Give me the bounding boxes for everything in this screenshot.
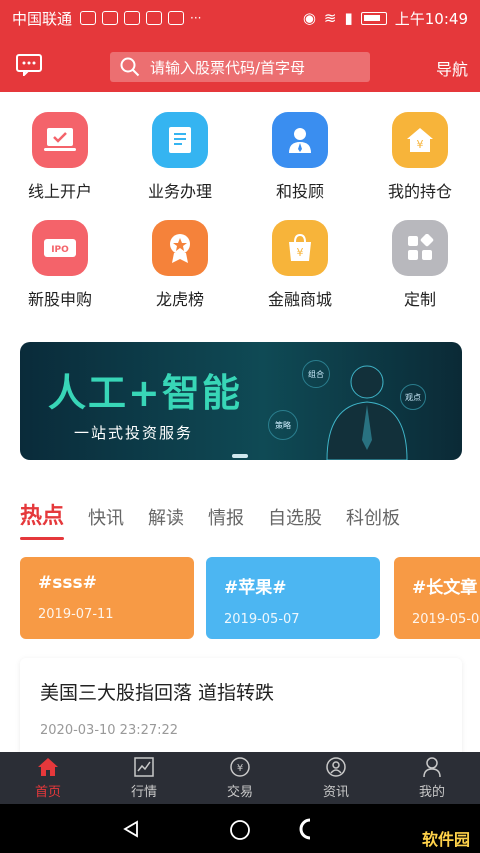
- banner-tag: 观点: [400, 384, 426, 410]
- system-nav-bar: [0, 804, 480, 853]
- watermark-text: 软件园: [421, 830, 470, 849]
- tab-flash[interactable]: 快讯: [88, 504, 124, 530]
- message-icon[interactable]: [16, 54, 42, 76]
- news-person-icon: [326, 757, 346, 777]
- banner-title: 人工+智能: [48, 371, 242, 415]
- hot-card[interactable]: #苹果# 2019-05-07: [206, 557, 380, 639]
- back-icon[interactable]: [122, 820, 140, 838]
- grid-item-business[interactable]: 业务办理: [120, 112, 240, 202]
- home-icon: [38, 758, 58, 776]
- news-title: 美国三大股指回落 道指转跌: [40, 682, 275, 704]
- news-timestamp: 2020-03-10 23:27:22: [40, 723, 179, 738]
- banner-subtitle: 一站式投资服务: [74, 424, 194, 442]
- news-tabs: 热点 快讯 解读 情报 自选股 科创板: [20, 490, 424, 540]
- hot-card-tag: #sss#: [38, 573, 97, 593]
- navigation-link[interactable]: 导航: [436, 56, 468, 80]
- shopping-bag-icon: ¥: [272, 220, 328, 276]
- ipo-ticket-icon: IPO: [32, 220, 88, 276]
- grid-label: 和投顾: [275, 182, 324, 201]
- top-header: 请输入股票代码/首字母 导航: [0, 36, 480, 92]
- svg-text:IPO: IPO: [51, 245, 69, 255]
- signal-icon: ▮: [344, 9, 353, 27]
- chart-icon: [134, 757, 154, 777]
- tab-home[interactable]: 首页: [0, 752, 96, 804]
- battery-icon: [360, 11, 387, 25]
- trade-yen-icon: ¥: [230, 757, 250, 777]
- app-notification-icon: [146, 11, 163, 25]
- news-item[interactable]: 美国三大股指回落 道指转跌 2020-03-10 23:27:22: [20, 658, 462, 758]
- home-content: 线上开户 业务办理 和投顾 ¥ 我的持仓 IPO 新股申购 龙虎榜 ¥ 金融商城…: [0, 92, 480, 758]
- hot-card[interactable]: #长文章 2019-05-07: [394, 557, 480, 639]
- hot-topic-cards: #sss# 2019-07-11 #苹果# 2019-05-07 #长文章 20…: [20, 557, 480, 639]
- tab-market[interactable]: 行情: [96, 752, 192, 804]
- grid-item-advisor[interactable]: 和投顾: [240, 112, 360, 202]
- laptop-check-icon: [32, 112, 88, 168]
- document-icon: [152, 112, 208, 168]
- hot-card-tag: #长文章: [412, 578, 478, 598]
- grid-item-holdings[interactable]: ¥ 我的持仓: [360, 112, 480, 202]
- tab-label: 交易: [226, 785, 253, 800]
- hot-card-date: 2019-05-07: [224, 612, 300, 627]
- grid-item-custom[interactable]: 定制: [360, 220, 480, 310]
- hot-card-tag: #苹果#: [224, 578, 287, 598]
- house-yen-icon: ¥: [392, 112, 448, 168]
- search-input[interactable]: 请输入股票代码/首字母: [110, 52, 370, 82]
- grid-label: 龙虎榜: [155, 290, 204, 309]
- grid-label: 金融商城: [267, 290, 332, 309]
- hot-card-date: 2019-07-11: [38, 607, 114, 622]
- grid-item-dragon-tiger[interactable]: 龙虎榜: [120, 220, 240, 310]
- tab-news[interactable]: 资讯: [288, 752, 384, 804]
- grid-label: 线上开户: [27, 182, 92, 201]
- grid-item-ipo[interactable]: IPO 新股申购: [0, 220, 120, 310]
- tab-intel[interactable]: 情报: [208, 504, 244, 530]
- activity-icon: [80, 11, 97, 25]
- banner-tag: 组合: [302, 360, 330, 388]
- wifi-icon: ≋: [323, 9, 337, 27]
- grid-label: 定制: [403, 290, 436, 309]
- bottom-tab-bar: 首页 行情 ¥ 交易 资讯 我的: [0, 752, 480, 804]
- custom-blocks-icon: [392, 220, 448, 276]
- status-bar: 中国联通 ··· ◉ ≋ ▮ 上午10:49: [0, 0, 480, 36]
- more-notifications-icon: ···: [190, 11, 202, 25]
- notification-icons: ···: [80, 11, 201, 25]
- grid-item-mall[interactable]: ¥ 金融商城: [240, 220, 360, 310]
- grid-label: 我的持仓: [387, 182, 452, 201]
- tab-watchlist[interactable]: 自选股: [268, 504, 322, 530]
- banner-tag: 策略: [268, 410, 298, 440]
- tab-label: 首页: [34, 785, 61, 800]
- search-placeholder: 请输入股票代码/首字母: [150, 58, 306, 77]
- carousel-indicator: [232, 454, 248, 458]
- grid-label: 业务办理: [147, 182, 212, 201]
- tab-mine[interactable]: 我的: [384, 752, 480, 804]
- home-circle-icon[interactable]: [229, 819, 251, 841]
- advisor-icon: [272, 112, 328, 168]
- hot-card[interactable]: #sss# 2019-07-11: [20, 557, 194, 639]
- tab-label: 我的: [418, 785, 445, 800]
- user-icon: [423, 757, 441, 778]
- tab-analysis[interactable]: 解读: [148, 504, 184, 530]
- search-icon: [120, 57, 140, 77]
- usb-icon: [102, 11, 119, 25]
- svg-text:¥: ¥: [417, 138, 424, 151]
- medal-icon: [152, 220, 208, 276]
- hot-card-date: 2019-05-07: [412, 612, 480, 627]
- promo-banner[interactable]: 人工+智能 一站式投资服务 组合 策略 观点: [20, 342, 462, 460]
- eye-icon: ◉: [302, 9, 316, 27]
- grid-label: 新股申购: [27, 290, 92, 309]
- tab-hot[interactable]: 热点: [20, 498, 65, 540]
- carrier-label: 中国联通: [12, 9, 73, 28]
- tab-trade[interactable]: ¥ 交易: [192, 752, 288, 804]
- svg-text:¥: ¥: [297, 246, 304, 259]
- watermark-logo-icon: [299, 818, 311, 840]
- tab-label: 行情: [130, 785, 157, 800]
- svg-text:¥: ¥: [237, 763, 243, 774]
- grid-item-online-account[interactable]: 线上开户: [0, 112, 120, 202]
- tab-star-market[interactable]: 科创板: [346, 504, 400, 530]
- app-notification-icon: [168, 11, 185, 25]
- app-notification-icon: [124, 11, 141, 25]
- tab-label: 资讯: [322, 785, 349, 800]
- clock: 上午10:49: [394, 9, 468, 28]
